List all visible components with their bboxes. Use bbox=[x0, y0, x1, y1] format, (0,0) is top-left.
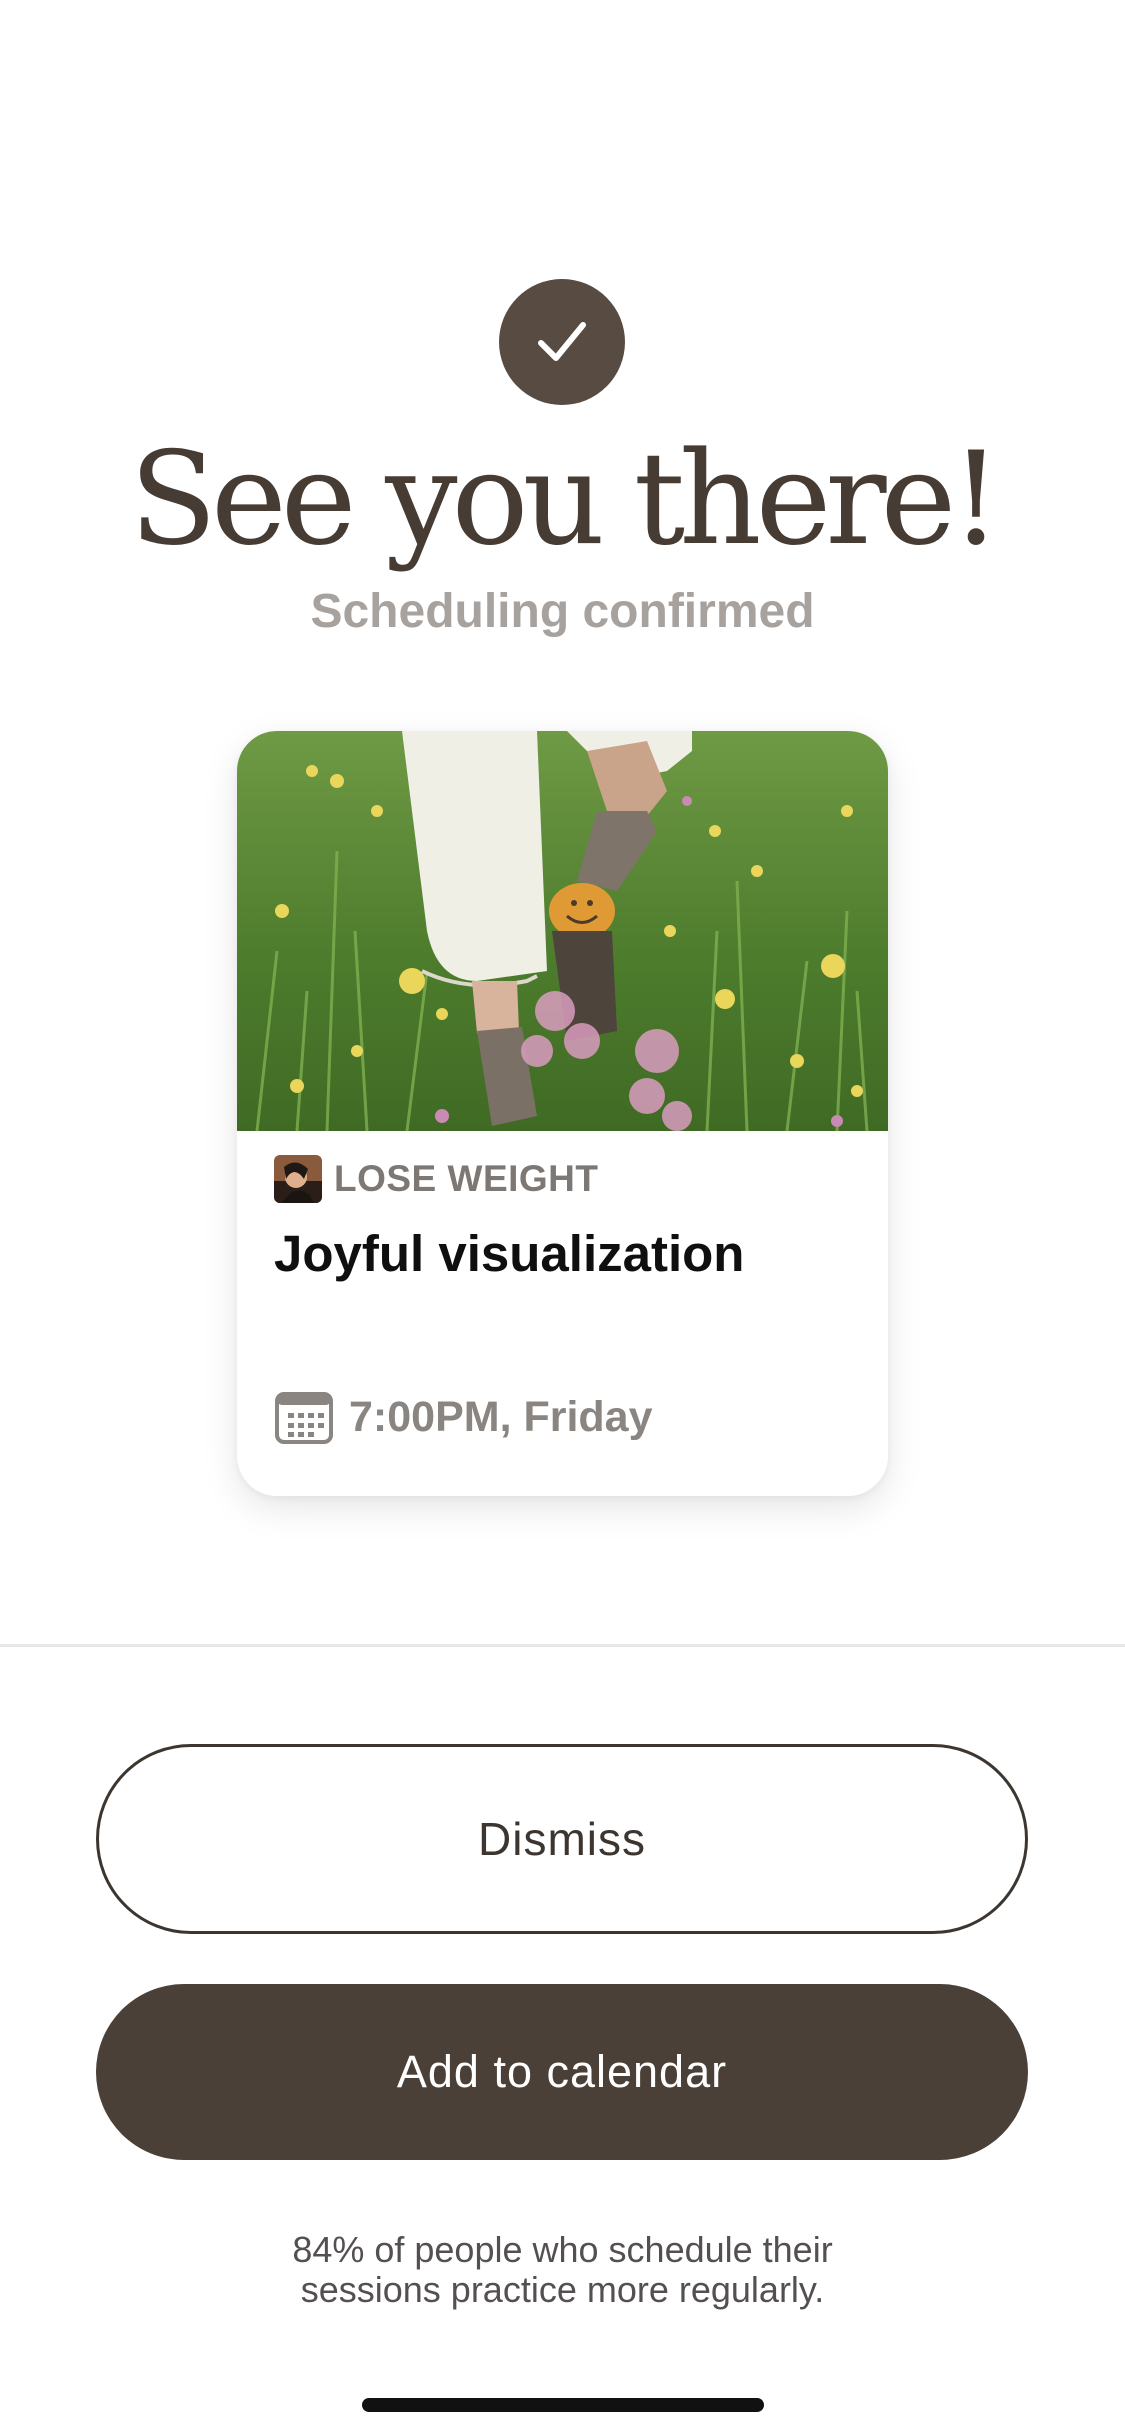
calendar-icon bbox=[274, 1389, 334, 1445]
checkmark-icon bbox=[499, 279, 625, 405]
add-to-calendar-button[interactable]: Add to calendar bbox=[96, 1984, 1028, 2160]
checkmark-glyph bbox=[538, 322, 586, 361]
section-divider bbox=[0, 1644, 1125, 1647]
session-title: Joyful visualization bbox=[274, 1225, 745, 1282]
dismiss-button[interactable]: Dismiss bbox=[96, 1744, 1028, 1934]
category-thumbnail bbox=[274, 1155, 322, 1203]
session-category: LOSE WEIGHT bbox=[334, 1158, 599, 1199]
confirmation-subheadline: Scheduling confirmed bbox=[310, 585, 815, 638]
confirmation-headline: See you there! bbox=[129, 425, 1001, 574]
footnote-line-2: sessions practice more regularly. bbox=[300, 2269, 825, 2310]
footnote: 84% of people who schedule their session… bbox=[0, 2230, 1125, 2310]
home-indicator[interactable] bbox=[362, 2398, 764, 2412]
footnote-line-1: 84% of people who schedule their bbox=[292, 2229, 833, 2270]
session-time: 7:00PM, Friday bbox=[349, 1393, 653, 1441]
session-card[interactable]: LOSE WEIGHT Joyful visualization 7:00PM,… bbox=[237, 731, 888, 1496]
session-photo bbox=[237, 731, 888, 1131]
